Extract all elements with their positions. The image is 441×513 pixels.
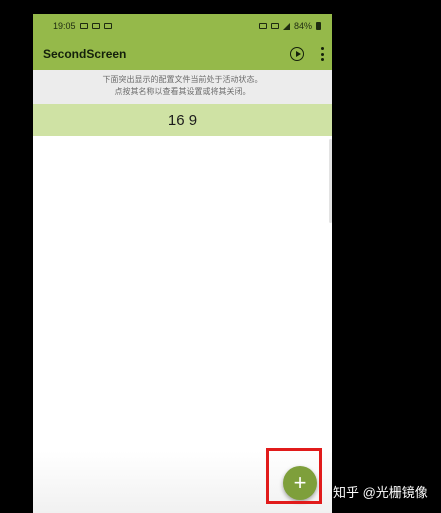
screen-icon: [103, 23, 112, 29]
profile-item-active[interactable]: 16 9: [33, 104, 332, 136]
notification-icon: [79, 23, 88, 29]
app-title: SecondScreen: [43, 47, 127, 61]
status-time: 19:05: [53, 21, 76, 31]
battery-percent: 84%: [293, 21, 312, 31]
status-bar: 19:05 84%: [33, 14, 332, 38]
notice-line-2: 点按其名称以查看其设置或将其关闭。: [114, 87, 251, 96]
profile-item-label: 16 9: [167, 111, 198, 129]
scrollbar[interactable]: [329, 139, 332, 223]
signal-icon: [282, 22, 290, 30]
notice-line-1: 下面突出显示的配置文件当前处于活动状态。: [102, 75, 263, 84]
more-vert-icon[interactable]: [320, 47, 324, 61]
mute-icon: [258, 23, 267, 29]
watermark: 知乎 @光栅镜像: [333, 484, 428, 500]
battery-icon: [316, 22, 321, 30]
wifi-icon: [270, 23, 279, 29]
phone-screen: 19:05 84% SecondScreen 下面突出显示的配置文件当前处于活动…: [33, 14, 332, 513]
mail-icon: [91, 23, 100, 29]
app-bar: SecondScreen: [33, 38, 332, 70]
highlight-box: [266, 448, 322, 504]
active-profile-notice: 下面突出显示的配置文件当前处于活动状态。 点按其名称以查看其设置或将其关闭。: [33, 70, 332, 104]
play-icon[interactable]: [290, 47, 304, 61]
